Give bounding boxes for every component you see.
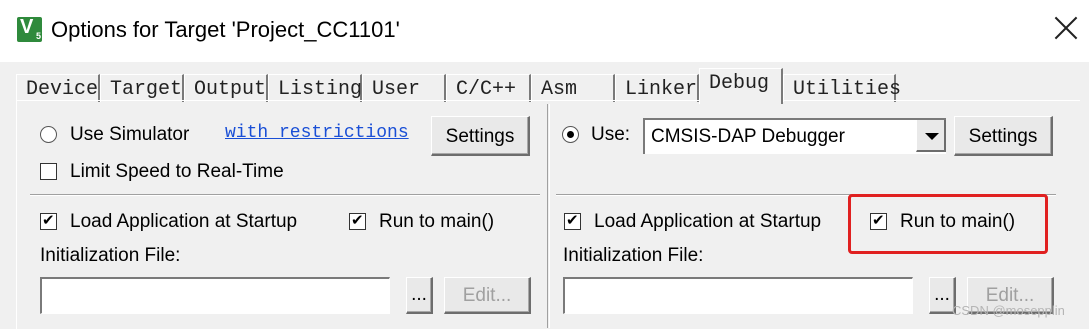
right-load-app-label: Load Application at Startup bbox=[594, 211, 822, 232]
tab-user[interactable]: User bbox=[362, 74, 446, 102]
left-section-divider bbox=[30, 194, 540, 196]
left-load-app-label: Load Application at Startup bbox=[70, 211, 298, 232]
debugger-select[interactable]: CMSIS-DAP Debugger bbox=[643, 118, 946, 154]
left-edit-button[interactable]: Edit... bbox=[444, 277, 531, 314]
left-load-app-checkbox[interactable] bbox=[40, 211, 57, 230]
right-init-file-label: Initialization File: bbox=[563, 245, 704, 266]
column-divider bbox=[547, 104, 548, 328]
tab-debug[interactable]: Debug bbox=[699, 68, 783, 104]
left-browse-button[interactable]: ... bbox=[406, 277, 433, 314]
left-init-file-input[interactable] bbox=[40, 277, 390, 314]
window-title: Options for Target 'Project_CC1101' bbox=[51, 17, 400, 42]
limit-speed-label: Limit Speed to Real-Time bbox=[70, 161, 284, 182]
tab-asm[interactable]: Asm bbox=[531, 74, 615, 102]
tab-cpp[interactable]: C/C++ bbox=[446, 74, 531, 102]
title-bar: V5 Options for Target 'Project_CC1101' bbox=[0, 0, 1089, 62]
use-label: Use: bbox=[591, 124, 631, 145]
right-load-app-checkbox[interactable] bbox=[564, 211, 581, 230]
tab-output[interactable]: Output bbox=[184, 74, 268, 102]
left-init-file-label: Initialization File: bbox=[40, 245, 181, 266]
column-divider-highlight bbox=[549, 104, 550, 328]
left-run-to-main-checkbox[interactable] bbox=[349, 211, 366, 230]
right-init-file-input[interactable] bbox=[563, 277, 913, 314]
tab-target[interactable]: Target bbox=[100, 74, 184, 102]
use-debugger-radio[interactable] bbox=[562, 126, 579, 143]
use-simulator-radio[interactable] bbox=[40, 126, 57, 143]
left-run-to-main-label: Run to main() bbox=[379, 211, 495, 232]
keil-app-icon: V5 bbox=[17, 16, 42, 42]
watermark: CSDN @mosepplin bbox=[952, 303, 1065, 318]
tab-utilities[interactable]: Utilities bbox=[783, 74, 901, 102]
tab-strip: Device Target Output Listing User C/C++ … bbox=[16, 66, 1076, 104]
debugger-select-value: CMSIS-DAP Debugger bbox=[651, 126, 845, 147]
debugger-settings-button[interactable]: Settings bbox=[954, 116, 1053, 156]
red-highlight-box bbox=[848, 194, 1048, 254]
limit-speed-checkbox[interactable] bbox=[40, 163, 57, 180]
with-restrictions-link[interactable]: with restrictions bbox=[225, 123, 409, 143]
tab-device[interactable]: Device bbox=[16, 74, 100, 102]
simulator-settings-button[interactable]: Settings bbox=[431, 116, 530, 156]
tab-linker[interactable]: Linker bbox=[615, 74, 699, 102]
chevron-down-icon[interactable] bbox=[916, 120, 946, 152]
close-icon[interactable] bbox=[1053, 15, 1079, 41]
tab-listing[interactable]: Listing bbox=[268, 74, 362, 102]
use-simulator-label: Use Simulator bbox=[70, 124, 190, 145]
